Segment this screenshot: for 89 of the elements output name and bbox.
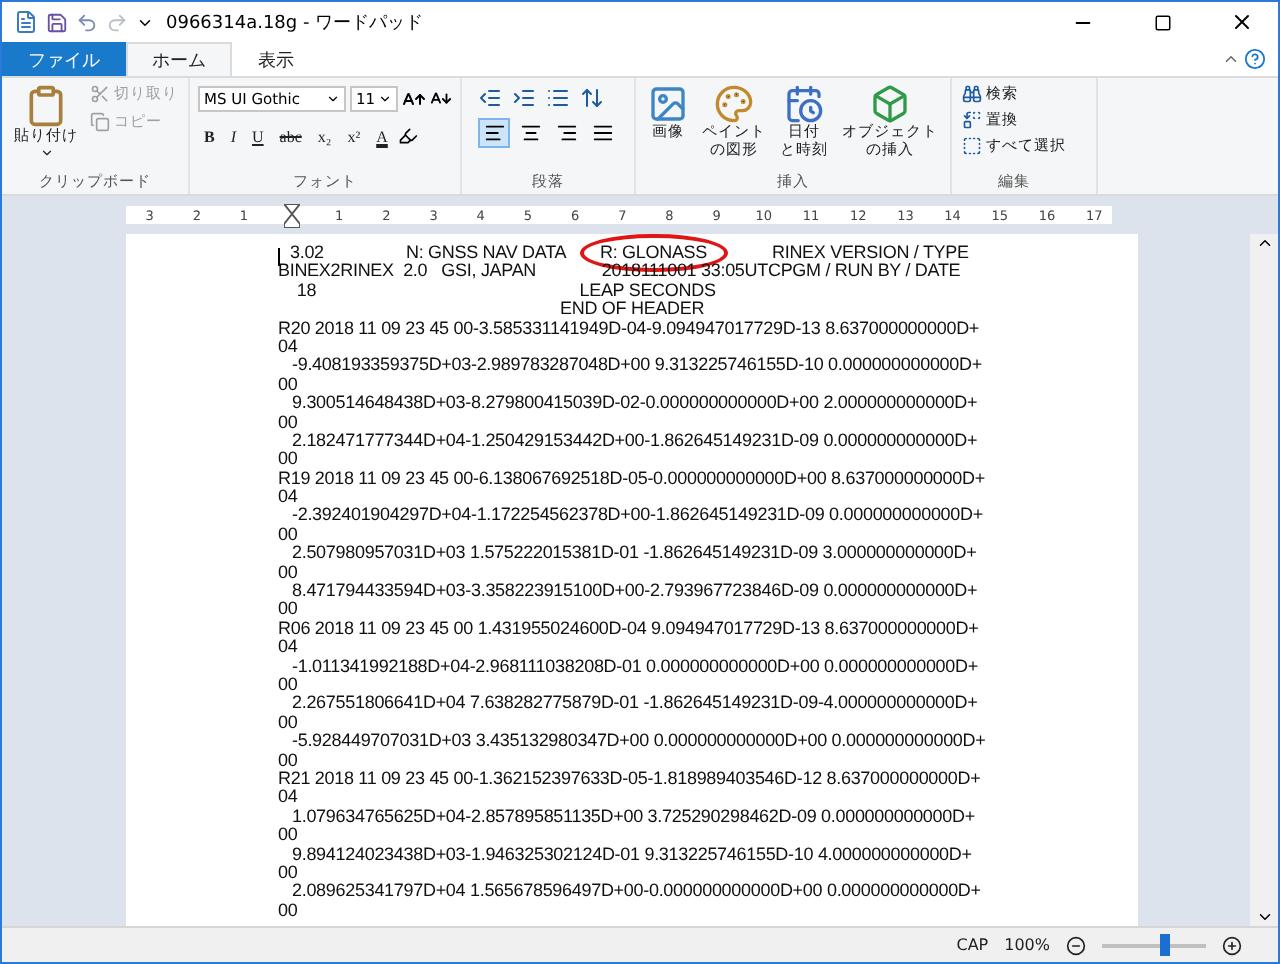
select-all-icon <box>962 136 982 156</box>
window-title: 0966314a.18g - ワードパッド <box>166 11 426 35</box>
header-field: N: GNSS NAV DATA <box>406 244 567 263</box>
scroll-down-icon[interactable] <box>1255 908 1273 926</box>
data-line: R06 2018 11 09 23 45 00 1.431955024600D-04 9.094947017729D-13 8.637000000000D+ <box>278 619 981 639</box>
data-line: 2.182471777344D+04-1.250429153442D+00-1.862645149231D-09 0.000000000000D+ <box>290 431 980 451</box>
data-line: 00 <box>278 600 300 620</box>
data-line: -1.011341992188D+04-2.968111038208D-01 0.000000000000D+00 0.000000000000D+ <box>290 657 980 676</box>
grow-font-icon[interactable] <box>402 87 426 111</box>
indent-marker-icon[interactable] <box>283 203 300 227</box>
file-menu-tab[interactable]: ファイル <box>2 42 126 76</box>
data-line: 00 <box>278 901 300 921</box>
data-line: 00 <box>278 413 300 432</box>
format-button[interactable]: abc <box>273 122 308 150</box>
data-line: 00 <box>278 675 300 695</box>
scroll-up-icon[interactable] <box>1255 234 1273 252</box>
clipboard-icon <box>24 84 68 128</box>
data-line: 04 <box>278 337 300 357</box>
zoom-level: 100% <box>1004 936 1050 954</box>
calendar-clock-icon <box>784 84 824 124</box>
align-justify-icon <box>591 122 613 144</box>
align-center-icon <box>519 122 541 144</box>
data-line: 00 <box>278 563 300 583</box>
binoculars-icon <box>962 84 982 104</box>
data-line: -9.408193359375D+03-2.989783287048D+00 9.313225746155D-10 0.000000000000D+ <box>290 356 984 376</box>
close-icon <box>1230 10 1254 34</box>
data-line: 04 <box>278 638 300 658</box>
format-button[interactable]: x₂ <box>311 122 338 150</box>
palette-icon <box>714 84 754 124</box>
app-icon <box>14 10 38 34</box>
format-button[interactable]: U <box>246 122 270 150</box>
data-line: 9.300514648438D+03-8.279800415039D-02-0.000000000000D+00 2.000000000000D+ <box>290 394 980 414</box>
data-line: 00 <box>278 525 300 545</box>
header-field: RINEX VERSION / TYPE <box>772 244 969 263</box>
zoom-in-icon[interactable] <box>1222 935 1242 955</box>
format-button[interactable]: A <box>370 122 394 150</box>
zoom-out-icon[interactable] <box>1066 935 1086 955</box>
data-line: 00 <box>278 375 300 395</box>
increase-indent-icon[interactable] <box>512 86 536 110</box>
collapse-ribbon-icon[interactable] <box>1222 50 1240 68</box>
format-button[interactable]: x² <box>341 122 367 150</box>
help-icon[interactable] <box>1244 48 1266 70</box>
data-line: 00 <box>278 751 300 770</box>
save-icon[interactable] <box>46 11 68 33</box>
format-button[interactable]: I <box>224 122 243 150</box>
caret-icon <box>326 92 340 106</box>
box-icon <box>870 84 910 124</box>
shrink-font-icon[interactable] <box>430 88 452 110</box>
align-right-icon <box>555 122 577 144</box>
data-line: -5.928449707031D+03 3.435132980347D+00 0.000000000000D+00 0.000000000000D+ <box>290 732 988 752</box>
text-cursor <box>278 248 280 266</box>
format-button[interactable]: B <box>198 122 221 150</box>
caret-icon <box>378 92 392 106</box>
data-line: -2.392401904297D+04-1.172254562378D+00-1.862645149231D-09 0.000000000000D+ <box>290 506 985 526</box>
scissors-icon <box>90 84 110 104</box>
header-field: R: GLONASS <box>600 244 708 263</box>
replace-icon <box>962 110 982 130</box>
data-line: 2.507980957031D+03 1.575222015381D-01 -1.862645149231D-09 3.000000000000D+ <box>290 544 979 564</box>
data-line: 00 <box>278 713 300 733</box>
highlighter-icon[interactable] <box>397 126 418 146</box>
data-line: 1.079634765625D+04-2.857895851135D+00 3.725290298462D-09 0.000000000000D+ <box>290 807 977 827</box>
header-line: END OF HEADER <box>558 300 707 320</box>
data-line: 04 <box>278 788 300 808</box>
decrease-indent-icon[interactable] <box>478 86 502 110</box>
align-button[interactable] <box>478 118 510 148</box>
caps-lock-indicator: CAP <box>956 936 989 954</box>
copy-icon <box>90 112 110 132</box>
caret-icon <box>39 145 53 160</box>
align-left-icon <box>483 122 505 144</box>
header-line: 18 LEAP SECONDS <box>294 281 718 301</box>
data-line: 00 <box>278 450 300 470</box>
data-line: 8.471794433594D+03-3.358223915100D+00-2.793967723846D-09 0.000000000000D+ <box>290 582 980 601</box>
data-line: 00 <box>278 826 300 845</box>
picture-icon <box>648 84 688 124</box>
data-line: R19 2018 11 09 23 45 00-6.138067692518D-05-0.000000000000D+00 8.637000000000D+ <box>278 469 987 489</box>
data-line: 9.894124023438D+03-1.946325302124D-01 9.313225746155D-10 4.000000000000D+ <box>290 845 974 864</box>
data-line: 04 <box>278 488 300 507</box>
undo-icon[interactable] <box>76 11 98 33</box>
data-line: 2.267551806641D+04 7.638282775879D-01 -1.862645149231D-09-4.000000000000D+ <box>290 694 980 714</box>
data-line: R20 2018 11 09 23 45 00-3.585331141949D-04-9.094947017729D-13 8.637000000000D+ <box>278 319 982 338</box>
data-line: R21 2018 11 09 23 45 00-1.362152397633D-05-1.818989403546D-12 8.637000000000D+ <box>278 769 983 789</box>
zoom-slider-thumb[interactable] <box>1160 934 1171 956</box>
data-line: 2.089625341797D+04 1.565678596497D+00-0.000000000000D+00 0.000000000000D+ <box>290 882 983 902</box>
line-spacing-icon[interactable] <box>580 86 604 110</box>
ribbon-tab[interactable]: ホーム <box>126 42 232 76</box>
vertical-scrollbar[interactable] <box>1250 234 1278 926</box>
maximize-icon <box>1153 13 1171 31</box>
header-field: 3.02 <box>290 244 324 263</box>
data-line: 00 <box>278 863 300 883</box>
